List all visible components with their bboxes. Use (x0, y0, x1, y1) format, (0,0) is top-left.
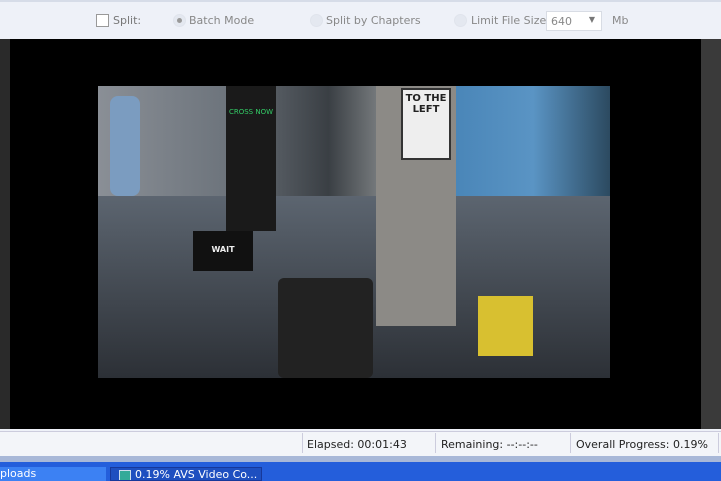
remaining-time: Remaining: --:--:-- (441, 438, 538, 451)
split-by-chapters-radio[interactable] (310, 14, 323, 27)
size-unit-label: Mb (612, 14, 629, 27)
split-by-chapters-label: Split by Chapters (326, 14, 421, 27)
file-size-value: 640 (551, 15, 572, 28)
wait-box: WAIT (193, 231, 253, 271)
divider (435, 433, 436, 453)
pedestrian (110, 96, 140, 196)
preview-scrollbar[interactable] (701, 39, 721, 429)
file-size-select[interactable]: 640 ▼ (546, 11, 602, 31)
crossing-sign: CROSS NOW (226, 86, 276, 231)
taskbar-item-downloads[interactable]: ploads (0, 467, 106, 481)
chevron-down-icon: ▼ (588, 15, 595, 24)
preview-left-edge (0, 39, 10, 429)
yellow-bin-sign (478, 296, 533, 356)
taskbar-item-avs-video[interactable]: 0.19% AVS Video Co... (110, 467, 262, 481)
limit-file-size-radio[interactable] (454, 14, 467, 27)
limit-file-size-label: Limit File Size (471, 14, 547, 27)
app-icon (119, 470, 131, 480)
to-the-left-sign: TO THE LEFT (401, 88, 451, 160)
divider (570, 433, 571, 453)
batch-mode-label: Batch Mode (189, 14, 255, 27)
elapsed-time: Elapsed: 00:01:43 (307, 438, 407, 451)
divider (718, 433, 719, 453)
taskbar-item-label: 0.19% AVS Video Co... (135, 468, 258, 481)
batch-mode-radio[interactable] (173, 14, 186, 27)
taskbar (0, 462, 721, 481)
overall-progress: Overall Progress: 0.19% (576, 438, 708, 451)
video-frame: CROSS NOW TO THE LEFT WAIT (98, 86, 610, 378)
split-label: Split: (113, 14, 142, 27)
divider (302, 433, 303, 453)
bin (278, 278, 373, 378)
split-checkbox[interactable] (96, 14, 109, 27)
